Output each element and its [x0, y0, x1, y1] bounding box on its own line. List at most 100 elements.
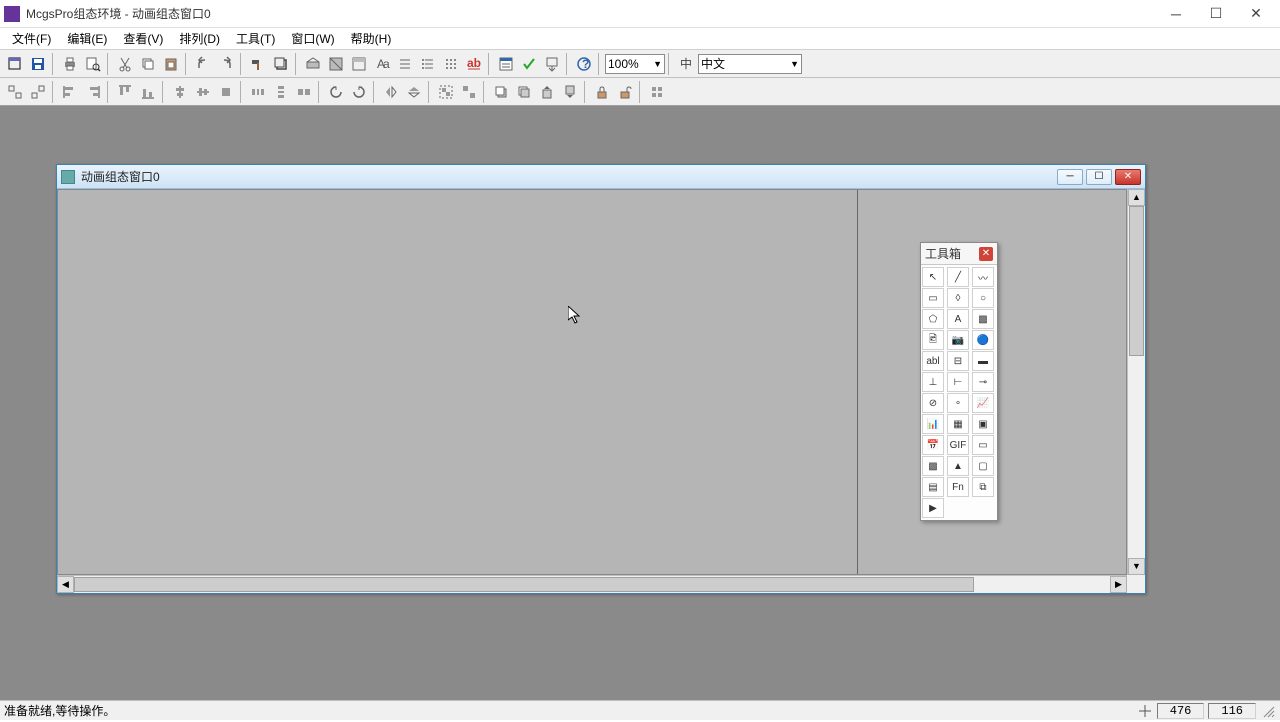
tool-round-rect[interactable]: ◊ — [947, 288, 969, 308]
save-button[interactable] — [27, 53, 49, 75]
menu-view[interactable]: 查看(V) — [115, 28, 171, 49]
rect-tool-button[interactable] — [270, 53, 292, 75]
scroll-right-button[interactable]: ▶ — [1110, 576, 1127, 593]
scroll-up-button[interactable]: ▲ — [1128, 189, 1145, 206]
menu-arrange[interactable]: 排列(D) — [171, 28, 228, 49]
child-minimize-button[interactable]: ─ — [1057, 169, 1083, 185]
unlock-button[interactable] — [614, 81, 636, 103]
tool-polygon[interactable]: ⬠ — [922, 309, 944, 329]
vscroll-thumb[interactable] — [1129, 206, 1144, 356]
scroll-down-button[interactable]: ▼ — [1128, 558, 1145, 575]
center-h-button[interactable] — [169, 81, 191, 103]
layer-front-button[interactable] — [490, 81, 512, 103]
rotate-right-button[interactable] — [348, 81, 370, 103]
horizontal-scrollbar[interactable]: ◀ ▶ — [57, 575, 1127, 593]
list1-button[interactable] — [394, 53, 416, 75]
tool-gauge[interactable]: ⊘ — [922, 393, 944, 413]
tool-curve[interactable]: 〰 — [972, 267, 994, 287]
rotate-left-button[interactable] — [325, 81, 347, 103]
align-right-button[interactable] — [82, 81, 104, 103]
align-1-button[interactable] — [4, 81, 26, 103]
tool-scale-h[interactable]: ⊢ — [947, 372, 969, 392]
tool-qr[interactable]: ▩ — [922, 456, 944, 476]
center-v-button[interactable] — [192, 81, 214, 103]
layer-back-button[interactable] — [513, 81, 535, 103]
tool-play[interactable]: ▶ — [922, 498, 944, 518]
tool-a-button[interactable] — [302, 53, 324, 75]
child-titlebar[interactable]: 动画组态窗口0 ─ ☐ ✕ — [57, 165, 1145, 189]
tool-alarm[interactable]: ▲ — [947, 456, 969, 476]
grid-small-button[interactable] — [646, 81, 668, 103]
tool-rectangle[interactable]: ▭ — [922, 288, 944, 308]
tool-camera[interactable]: 📷 — [947, 330, 969, 350]
tool-line[interactable]: ╱ — [947, 267, 969, 287]
resize-grip[interactable] — [1127, 575, 1145, 593]
tool-ellipse[interactable]: ○ — [972, 288, 994, 308]
distribute-h-button[interactable] — [247, 81, 269, 103]
layer-up-button[interactable] — [536, 81, 558, 103]
tool-scale-v[interactable]: ⊥ — [922, 372, 944, 392]
align-left-button[interactable] — [59, 81, 81, 103]
tool-grid[interactable]: ▣ — [972, 414, 994, 434]
hscroll-thumb[interactable] — [74, 577, 974, 592]
center-both-button[interactable] — [215, 81, 237, 103]
paste-button[interactable] — [160, 53, 182, 75]
toolbox-titlebar[interactable]: 工具箱 ✕ — [921, 243, 997, 265]
tool-table[interactable]: ▦ — [947, 414, 969, 434]
tool-slider[interactable]: ⊸ — [972, 372, 994, 392]
child-maximize-button[interactable]: ☐ — [1086, 169, 1112, 185]
tool-pipe[interactable]: ∘ — [947, 393, 969, 413]
tool-text[interactable]: A — [947, 309, 969, 329]
help-button[interactable]: ? — [573, 53, 595, 75]
align-top-button[interactable] — [114, 81, 136, 103]
group-button[interactable] — [435, 81, 457, 103]
lock-button[interactable] — [591, 81, 613, 103]
layer-down-button[interactable] — [559, 81, 581, 103]
menu-file[interactable]: 文件(F) — [4, 28, 59, 49]
maximize-button[interactable]: ☐ — [1196, 1, 1236, 27]
tool-chart[interactable]: 📊 — [922, 414, 944, 434]
down-button[interactable] — [541, 53, 563, 75]
ungroup-button[interactable] — [458, 81, 480, 103]
menu-help[interactable]: 帮助(H) — [343, 28, 400, 49]
tool-calendar[interactable]: 📅 — [922, 435, 944, 455]
check-button[interactable] — [518, 53, 540, 75]
same-size-button[interactable] — [293, 81, 315, 103]
tool-label[interactable]: abl — [922, 351, 944, 371]
scroll-left-button[interactable]: ◀ — [57, 576, 74, 593]
tool-c-button[interactable] — [348, 53, 370, 75]
menu-edit[interactable]: 编辑(E) — [59, 28, 115, 49]
drawing-surface[interactable] — [58, 190, 858, 574]
toolbox-palette[interactable]: 工具箱 ✕ ↖ ╱ 〰 ▭ ◊ ○ ⬠ A ▩ 🖻 📷 🔵 abl ⊟ ▬ ⊥ … — [920, 242, 998, 521]
distribute-v-button[interactable] — [270, 81, 292, 103]
tool-bitmap[interactable]: ▩ — [972, 309, 994, 329]
print-preview-button[interactable] — [82, 53, 104, 75]
font-button[interactable]: Aa — [371, 53, 393, 75]
new-window-button[interactable] — [4, 53, 26, 75]
zoom-combo[interactable]: 100%▼ — [605, 54, 665, 74]
print-button[interactable] — [59, 53, 81, 75]
close-button[interactable]: ✕ — [1236, 1, 1276, 27]
align-bottom-button[interactable] — [137, 81, 159, 103]
grid-button[interactable] — [440, 53, 462, 75]
align-2-button[interactable] — [27, 81, 49, 103]
redo-button[interactable] — [215, 53, 237, 75]
menu-window[interactable]: 窗口(W) — [283, 28, 342, 49]
list2-button[interactable] — [417, 53, 439, 75]
menu-tools[interactable]: 工具(T) — [228, 28, 283, 49]
undo-button[interactable] — [192, 53, 214, 75]
language-combo[interactable]: 中文▼ — [698, 54, 802, 74]
toolbox-close-button[interactable]: ✕ — [979, 247, 993, 261]
flip-h-button[interactable] — [380, 81, 402, 103]
tool-list[interactable]: ▤ — [922, 477, 944, 497]
tool-copy[interactable]: ⧉ — [972, 477, 994, 497]
copy-button[interactable] — [137, 53, 159, 75]
tool-input[interactable]: ⊟ — [947, 351, 969, 371]
props-button[interactable] — [495, 53, 517, 75]
tool-image[interactable]: 🖻 — [922, 330, 944, 350]
vertical-scrollbar[interactable]: ▲ ▼ — [1127, 189, 1145, 575]
abc-button[interactable]: ab — [463, 53, 485, 75]
tool-pointer[interactable]: ↖ — [922, 267, 944, 287]
minimize-button[interactable]: ─ — [1156, 1, 1196, 27]
tool-b-button[interactable] — [325, 53, 347, 75]
